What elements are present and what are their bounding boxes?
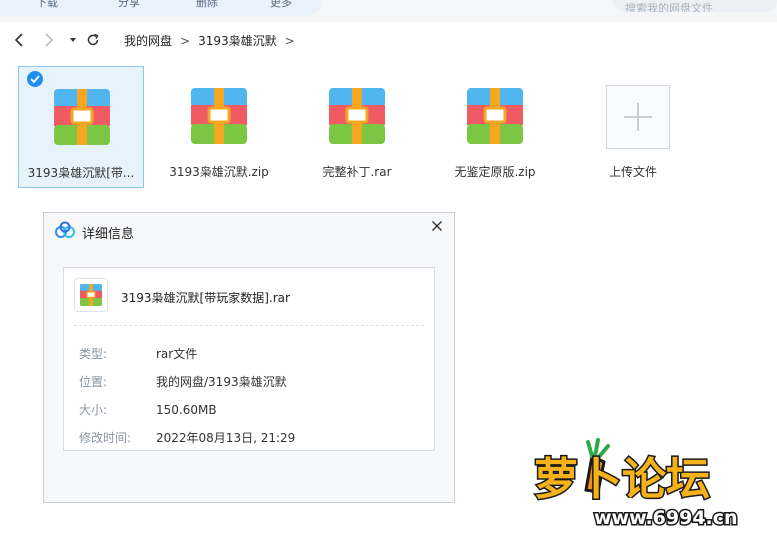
file-name: 3193枭雄沉默.zip — [169, 165, 269, 179]
divider — [74, 325, 424, 326]
detail-row-size: 大小: 150.60MB — [79, 401, 217, 418]
detail-label: 位置: — [79, 375, 108, 389]
file-item[interactable]: 3193枭雄沉默[带... — [18, 66, 144, 188]
archive-icon — [80, 284, 102, 306]
archive-icon — [329, 88, 385, 144]
detail-file-name: 3193枭雄沉默[带玩家数据].rar — [121, 291, 290, 305]
detail-value: 2022年08月13日, 21:29 — [156, 431, 296, 445]
detail-row-location: 位置: 我的网盘/3193枭雄沉默 — [79, 373, 287, 390]
detail-label: 修改时间: — [79, 431, 132, 445]
refresh-icon — [87, 33, 99, 46]
delete-button[interactable]: 删除 — [196, 0, 218, 8]
dialog-title: 详细信息 — [82, 227, 135, 242]
archive-icon — [191, 88, 247, 144]
chevron-right-icon — [45, 33, 54, 47]
file-item[interactable]: 完整补丁.rar — [294, 66, 420, 188]
watermark-url: www.6994.cn — [594, 507, 738, 529]
upload-box[interactable] — [606, 85, 670, 149]
archive-icon — [467, 88, 523, 144]
file-name: 3193枭雄沉默[带... — [27, 166, 135, 180]
forward-button[interactable] — [38, 30, 58, 50]
toolbar: 下载 分享 删除 更多 搜索我的网盘文件 — [0, 0, 777, 22]
breadcrumb-separator: > — [284, 33, 295, 48]
caret-down-icon — [70, 38, 76, 42]
history-dropdown[interactable] — [63, 30, 83, 50]
file-item[interactable]: 无鉴定原版.zip — [432, 66, 558, 188]
close-button[interactable] — [428, 217, 446, 235]
close-icon — [432, 221, 442, 231]
navigation-bar: 我的网盘 > 3193枭雄沉默 > — [0, 24, 777, 58]
back-button[interactable] — [10, 30, 30, 50]
refresh-button[interactable] — [83, 30, 103, 50]
breadcrumb-current[interactable]: 3193枭雄沉默 — [198, 32, 277, 49]
detail-value: 150.60MB — [156, 403, 217, 417]
breadcrumb-root[interactable]: 我的网盘 — [124, 32, 172, 49]
share-button[interactable]: 分享 — [118, 0, 140, 8]
detail-label: 类型: — [79, 347, 108, 361]
details-dialog: 详细信息 3193枭雄沉默[带玩家数据].rar 类型: rar文件 位置: 我的网… — [43, 212, 455, 503]
baidu-netdisk-logo-icon — [55, 221, 75, 238]
chevron-left-icon — [14, 33, 23, 47]
detail-row-type: 类型: rar文件 — [79, 345, 197, 362]
dialog-header: 详细信息 — [44, 213, 454, 247]
selected-check-icon[interactable] — [27, 71, 43, 87]
file-thumbnail — [74, 278, 108, 312]
download-button[interactable]: 下载 — [36, 0, 58, 8]
detail-value[interactable]: 我的网盘/3193枭雄沉默 — [156, 375, 287, 389]
breadcrumb: 我的网盘 > 3193枭雄沉默 > — [124, 32, 303, 49]
watermark-title: 萝卜论坛 — [534, 454, 710, 505]
upload-label: 上传文件 — [608, 165, 657, 179]
detail-row-modified: 修改时间: 2022年08月13日, 21:29 — [79, 429, 295, 446]
upload-file-button[interactable]: 上传文件 — [570, 66, 696, 188]
detail-label: 大小: — [79, 403, 108, 417]
breadcrumb-separator: > — [180, 33, 191, 48]
plus-icon — [624, 103, 652, 131]
file-name: 无鉴定原版.zip — [454, 165, 536, 179]
more-button[interactable]: 更多 — [270, 0, 292, 8]
forum-watermark-logo: 萝卜论坛 www.6994.cn — [533, 438, 739, 531]
file-item[interactable]: 3193枭雄沉默.zip — [156, 66, 282, 188]
detail-value: rar文件 — [156, 347, 198, 361]
file-name: 完整补丁.rar — [322, 165, 392, 179]
search-input[interactable]: 搜索我的网盘文件 — [613, 0, 777, 12]
archive-icon — [54, 89, 110, 145]
file-info-card: 3193枭雄沉默[带玩家数据].rar 类型: rar文件 位置: 我的网盘/319… — [63, 267, 435, 451]
